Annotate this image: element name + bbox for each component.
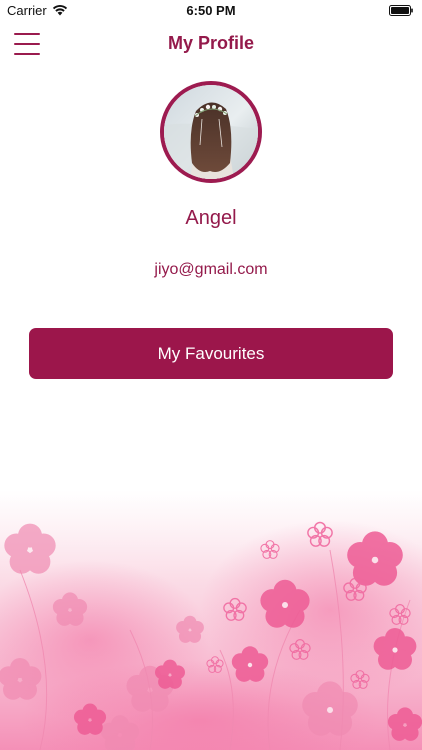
- profile-email: jiyo@gmail.com: [154, 261, 268, 278]
- avatar: [160, 81, 262, 183]
- profile-name: Angel: [185, 207, 237, 229]
- profile-photo: [164, 85, 258, 179]
- status-time: 6:50 PM: [186, 3, 236, 18]
- floral-background-decoration: [0, 490, 422, 750]
- page-title: My Profile: [167, 33, 255, 53]
- nav-bar: My Profile: [0, 22, 422, 66]
- status-bar: Carrier 6:50 PM: [0, 0, 422, 22]
- battery-icon: [389, 5, 413, 16]
- my-favourites-button[interactable]: My Favourites: [29, 328, 393, 379]
